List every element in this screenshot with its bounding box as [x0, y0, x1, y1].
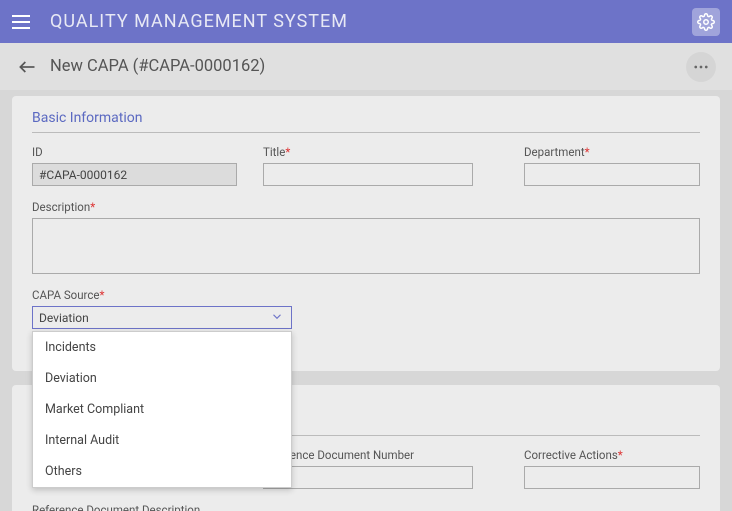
hamburger-menu-icon[interactable]: [12, 11, 34, 33]
capa-source-field: CAPA Source* Deviation IncidentsDeviatio…: [32, 288, 292, 329]
ref-doc-description-label: Reference Document Description: [32, 503, 700, 511]
capa-source-selected-value: Deviation: [39, 311, 89, 325]
ref-doc-number-field: Reference Document Number: [263, 448, 473, 489]
capa-source-select-wrap: Deviation IncidentsDeviationMarket Compl…: [32, 306, 292, 329]
capa-source-dropdown: IncidentsDeviationMarket CompliantIntern…: [32, 331, 292, 488]
sub-header: New CAPA (#CAPA-0000162): [0, 43, 732, 90]
corrective-actions-field: Corrective Actions*: [524, 448, 700, 489]
capa-source-label: CAPA Source*: [32, 288, 292, 302]
ref-doc-description-field: Reference Document Description: [32, 503, 700, 511]
settings-button[interactable]: [692, 8, 720, 36]
id-label: ID: [32, 145, 237, 159]
description-label: Description*: [32, 200, 700, 214]
capa-source-select[interactable]: Deviation: [32, 306, 292, 329]
more-horizontal-icon: [692, 58, 710, 76]
capa-source-option[interactable]: Incidents: [33, 332, 291, 363]
app-title: QUALITY MANAGEMENT SYSTEM: [50, 11, 676, 32]
title-field: Title*: [263, 145, 473, 186]
capa-source-option[interactable]: Others: [33, 456, 291, 487]
capa-source-option[interactable]: Deviation: [33, 363, 291, 394]
content-area: Basic Information ID Title* Department* …: [0, 90, 732, 511]
arrow-left-icon: [17, 57, 37, 77]
corrective-actions-input[interactable]: [524, 466, 700, 489]
capa-source-option[interactable]: Internal Audit: [33, 425, 291, 456]
ref-doc-number-input[interactable]: [263, 466, 473, 489]
ref-doc-number-label: Reference Document Number: [263, 448, 473, 462]
gear-icon: [697, 13, 715, 31]
basic-information-card: Basic Information ID Title* Department* …: [12, 96, 720, 371]
description-input[interactable]: [32, 218, 700, 274]
id-input: [32, 163, 237, 186]
corrective-actions-label: Corrective Actions*: [524, 448, 700, 462]
id-field: ID: [32, 145, 237, 186]
capa-source-option[interactable]: Market Compliant: [33, 394, 291, 425]
title-label: Title*: [263, 145, 473, 159]
more-actions-button[interactable]: [686, 52, 716, 82]
basic-information-title: Basic Information: [32, 110, 700, 133]
department-label: Department*: [524, 145, 700, 159]
back-button[interactable]: [16, 56, 38, 78]
title-input[interactable]: [263, 163, 473, 186]
description-field: Description*: [32, 200, 700, 274]
top-bar: QUALITY MANAGEMENT SYSTEM: [0, 0, 732, 43]
department-input[interactable]: [524, 163, 700, 186]
department-field: Department*: [524, 145, 700, 186]
page-title: New CAPA (#CAPA-0000162): [50, 57, 674, 76]
